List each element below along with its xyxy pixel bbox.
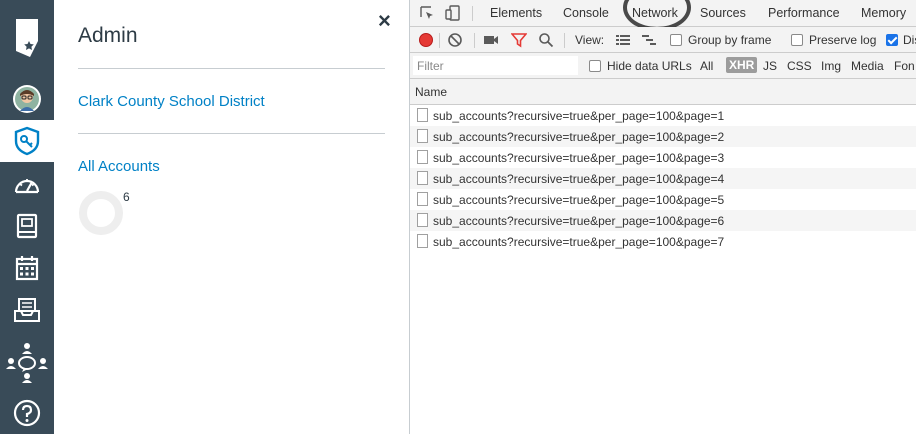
- divider: [78, 133, 385, 134]
- divider: [474, 33, 475, 48]
- nav-logo[interactable]: [0, 14, 54, 62]
- file-icon: [417, 213, 428, 227]
- request-list: sub_accounts?recursive=true&per_page=100…: [410, 105, 916, 252]
- devtools-panel: Elements Console Network Sources Perform…: [410, 0, 916, 434]
- divider: [439, 33, 440, 48]
- request-name: sub_accounts?recursive=true&per_page=100…: [433, 151, 725, 165]
- view-label: View:: [575, 33, 605, 47]
- close-icon[interactable]: ×: [378, 10, 391, 32]
- dashboard-speedometer-icon: [14, 179, 40, 194]
- user-avatar-icon: [13, 85, 41, 113]
- type-filter-media[interactable]: Media: [851, 59, 884, 73]
- group-by-frame-label: Group by frame: [688, 33, 772, 47]
- type-filter-all[interactable]: All: [700, 59, 713, 73]
- file-icon: [417, 129, 428, 143]
- tab-elements[interactable]: Elements: [490, 6, 542, 20]
- filter-bar: Hide data URLs All XHR JS CSS Img Media …: [410, 53, 916, 79]
- request-row[interactable]: sub_accounts?recursive=true&per_page=100…: [410, 168, 916, 189]
- preserve-log-checkbox[interactable]: [791, 34, 803, 46]
- filter-icon[interactable]: [511, 32, 527, 48]
- request-row[interactable]: sub_accounts?recursive=true&per_page=100…: [410, 126, 916, 147]
- record-icon[interactable]: [419, 33, 433, 47]
- devtools-tab-bar: Elements Console Network Sources Perform…: [410, 0, 916, 31]
- request-name: sub_accounts?recursive=true&per_page=100…: [433, 109, 725, 123]
- list-view-icon[interactable]: [615, 32, 631, 48]
- inspect-element-icon[interactable]: [419, 5, 435, 21]
- divider: [564, 33, 565, 48]
- request-row[interactable]: sub_accounts?recursive=true&per_page=100…: [410, 210, 916, 231]
- type-filter-img[interactable]: Img: [821, 59, 841, 73]
- device-toolbar-icon[interactable]: [445, 5, 461, 21]
- type-filter-css[interactable]: CSS: [787, 59, 812, 73]
- network-toolbar: View: Group by frame Preserve log Dis: [410, 27, 916, 53]
- request-row[interactable]: sub_accounts?recursive=true&per_page=100…: [410, 147, 916, 168]
- tab-sources[interactable]: Sources: [700, 6, 746, 20]
- request-row[interactable]: sub_accounts?recursive=true&per_page=100…: [410, 231, 916, 252]
- admin-shield-icon: [14, 126, 40, 156]
- tray-title: Admin: [78, 24, 138, 47]
- request-row[interactable]: sub_accounts?recursive=true&per_page=100…: [410, 189, 916, 210]
- global-navigation: [0, 0, 54, 434]
- search-icon[interactable]: [538, 32, 554, 48]
- file-icon: [417, 192, 428, 206]
- tab-memory[interactable]: Memory: [861, 6, 906, 20]
- request-table-header: Name: [410, 79, 916, 105]
- preserve-log-label: Preserve log: [809, 33, 877, 47]
- spinner-count: 6: [123, 190, 130, 204]
- column-header-name[interactable]: Name: [415, 85, 447, 99]
- loading-spinner-icon: [79, 191, 123, 235]
- camera-icon[interactable]: [483, 32, 499, 48]
- file-icon: [417, 150, 428, 164]
- request-row[interactable]: sub_accounts?recursive=true&per_page=100…: [410, 105, 916, 126]
- filter-input[interactable]: [413, 56, 578, 75]
- nav-account[interactable]: [0, 78, 54, 120]
- nav-calendar[interactable]: [0, 247, 54, 289]
- all-accounts-link[interactable]: All Accounts: [78, 158, 160, 175]
- courses-book-icon: [16, 213, 38, 239]
- hide-data-urls-label: Hide data URLs: [607, 59, 692, 73]
- account-link-clark-county[interactable]: Clark County School District: [78, 93, 265, 110]
- tab-console[interactable]: Console: [563, 6, 609, 20]
- tab-performance[interactable]: Performance: [768, 6, 840, 20]
- group-by-frame-checkbox[interactable]: [670, 34, 682, 46]
- request-name: sub_accounts?recursive=true&per_page=100…: [433, 193, 725, 207]
- file-icon: [417, 171, 428, 185]
- divider: [78, 68, 385, 69]
- nav-admin[interactable]: [0, 120, 54, 162]
- nav-courses[interactable]: [0, 205, 54, 247]
- clear-icon[interactable]: [447, 32, 463, 48]
- inbox-icon: [14, 298, 40, 322]
- file-icon: [417, 234, 428, 248]
- type-filter-js[interactable]: JS: [763, 59, 777, 73]
- calendar-icon: [15, 256, 39, 281]
- nav-commons[interactable]: [0, 340, 54, 384]
- hide-data-urls-checkbox[interactable]: [589, 60, 601, 72]
- nevada-state-logo-icon: [16, 19, 38, 57]
- divider: [472, 6, 473, 21]
- waterfall-view-icon[interactable]: [641, 32, 657, 48]
- request-name: sub_accounts?recursive=true&per_page=100…: [433, 130, 725, 144]
- admin-tray: × Admin Clark County School District All…: [54, 0, 410, 434]
- nav-dashboard[interactable]: [0, 163, 54, 205]
- request-name: sub_accounts?recursive=true&per_page=100…: [433, 172, 725, 186]
- nav-help[interactable]: [0, 392, 54, 434]
- help-question-icon: [13, 399, 41, 427]
- request-name: sub_accounts?recursive=true&per_page=100…: [433, 235, 725, 249]
- disable-cache-label: Dis: [903, 33, 916, 47]
- request-name: sub_accounts?recursive=true&per_page=100…: [433, 214, 725, 228]
- type-filter-xhr[interactable]: XHR: [726, 57, 758, 73]
- file-icon: [417, 108, 428, 122]
- commons-people-icon: [6, 343, 48, 383]
- disable-cache-checkbox[interactable]: [886, 34, 898, 46]
- nav-inbox[interactable]: [0, 289, 54, 331]
- type-filter-font[interactable]: Fon: [894, 59, 915, 73]
